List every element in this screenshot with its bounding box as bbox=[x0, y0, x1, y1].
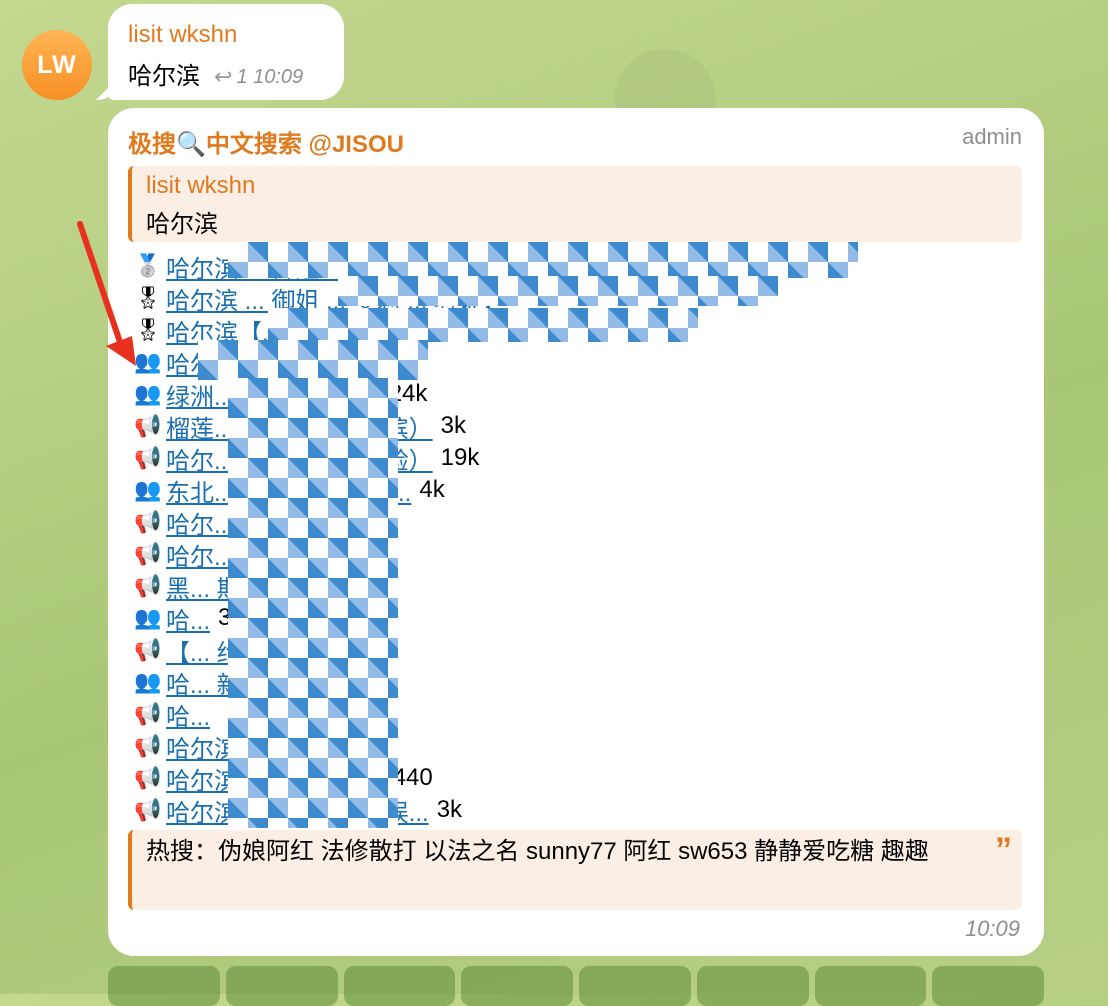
megaphone-icon: 📢 bbox=[134, 573, 162, 598]
keyboard-button[interactable] bbox=[461, 966, 573, 1006]
group-icon: 👥 bbox=[134, 605, 162, 630]
megaphone-icon: 📢 bbox=[134, 797, 162, 822]
result-link[interactable]: 哈... bbox=[166, 697, 210, 732]
megaphone-icon: 📢 bbox=[134, 765, 162, 790]
pixelation-overlay bbox=[228, 242, 858, 278]
quote-text: 哈尔滨 bbox=[146, 211, 218, 238]
result-link[interactable]: 哈... bbox=[166, 601, 210, 636]
group-icon: 👥 bbox=[134, 381, 162, 406]
pixelation-overlay bbox=[198, 340, 428, 380]
keyboard-button[interactable] bbox=[108, 966, 220, 1006]
member-count: 4k bbox=[419, 476, 445, 503]
keyboard-button[interactable] bbox=[225, 966, 338, 1006]
bot-name[interactable]: 极搜🔍中文搜索 @JISOU bbox=[128, 124, 404, 159]
reply-count: 1 bbox=[236, 65, 248, 88]
pixelation-overlay bbox=[228, 378, 398, 828]
keyboard-button[interactable] bbox=[696, 966, 809, 1006]
hot-search-text: 热搜：伪娘阿红 法修散打 以法之名 sunny77 阿红 sw653 静静爱吃糖… bbox=[146, 838, 929, 865]
keyboard-button[interactable] bbox=[579, 966, 691, 1006]
keyboard-button[interactable] bbox=[814, 966, 927, 1006]
keyboard-button[interactable] bbox=[932, 966, 1044, 1006]
message-time: 10:09 bbox=[253, 65, 304, 88]
member-count: 19k bbox=[440, 444, 480, 471]
megaphone-icon: 📢 bbox=[134, 509, 162, 534]
message-meta: ↩ 1 10:09 bbox=[214, 64, 303, 90]
member-count: 3k bbox=[436, 796, 463, 823]
megaphone-icon: 📢 bbox=[134, 733, 162, 758]
admin-badge: admin bbox=[962, 124, 1022, 149]
pixelation-overlay bbox=[268, 308, 698, 342]
sender-name[interactable]: lisit wkshn bbox=[128, 20, 324, 50]
reply-icon: ↩ bbox=[214, 64, 233, 89]
member-count: 3k bbox=[440, 412, 467, 439]
group-icon: 👥 bbox=[134, 477, 162, 502]
quote-mark-icon: ” bbox=[995, 831, 1012, 869]
bot-message-bubble[interactable]: 极搜🔍中文搜索 @JISOU admin lisit wkshn 哈尔滨 🥈 哈尔… bbox=[108, 108, 1044, 956]
inline-keyboard bbox=[108, 966, 1044, 1006]
member-count: 440 bbox=[392, 764, 433, 791]
red-arrow-annotation bbox=[77, 221, 136, 366]
keyboard-button[interactable] bbox=[343, 966, 456, 1006]
pixelation-overlay bbox=[338, 276, 778, 306]
megaphone-icon: 📢 bbox=[134, 541, 162, 566]
user-message-bubble[interactable]: lisit wkshn 哈尔滨 ↩ 1 10:09 bbox=[108, 4, 344, 100]
quote-sender: lisit wkshn bbox=[146, 172, 256, 199]
bot-message-time: 10:09 bbox=[964, 916, 1020, 941]
megaphone-icon: 📢 bbox=[134, 413, 162, 438]
megaphone-icon: 📢 bbox=[134, 701, 162, 726]
reply-quote[interactable]: lisit wkshn 哈尔滨 bbox=[128, 166, 1022, 242]
hot-search-quote[interactable]: 热搜：伪娘阿红 法修散打 以法之名 sunny77 阿红 sw653 静静爱吃糖… bbox=[128, 830, 1022, 910]
megaphone-icon: 📢 bbox=[134, 637, 162, 662]
group-icon: 👥 bbox=[134, 669, 162, 694]
message-text: 哈尔滨 bbox=[128, 63, 200, 90]
megaphone-icon: 📢 bbox=[134, 445, 162, 470]
sender-avatar[interactable]: LW bbox=[22, 30, 92, 100]
